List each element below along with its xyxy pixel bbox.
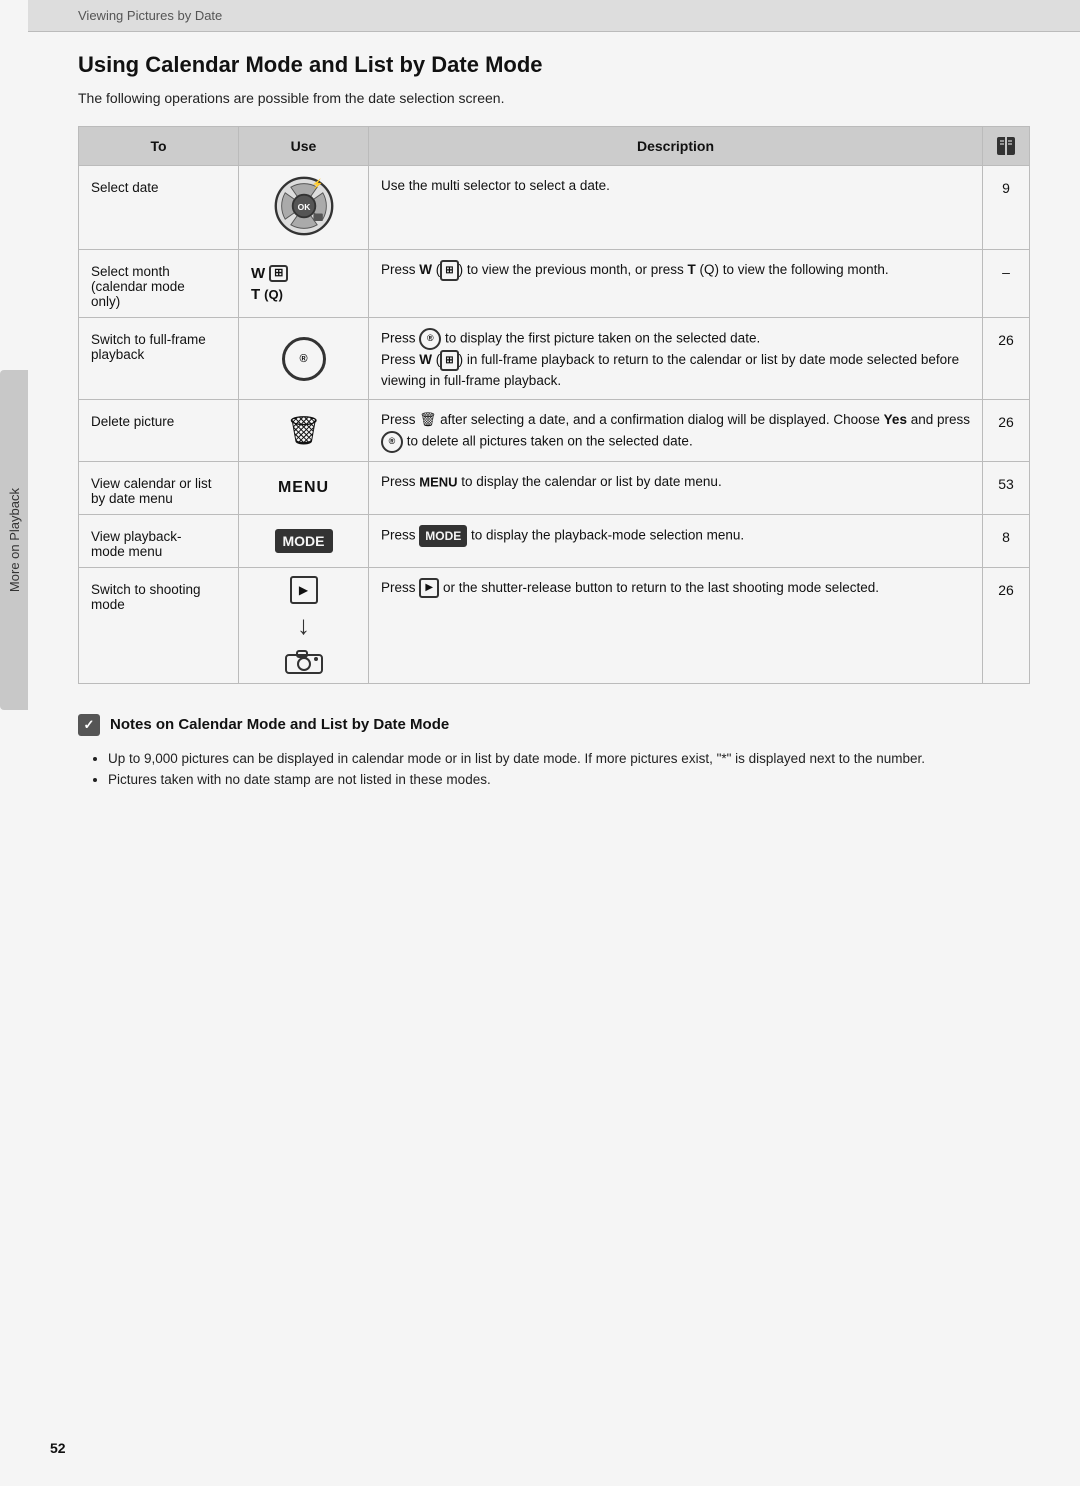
arrow-down-icon: ↓	[297, 610, 310, 641]
row-use-select-date: OK ⚡	[239, 166, 369, 250]
page-title: Using Calendar Mode and List by Date Mod…	[78, 52, 1030, 78]
reference-table: To Use Description	[78, 126, 1030, 684]
row-desc-shooting: Press ▶ or the shutter-release button to…	[369, 567, 983, 683]
svg-text:⚡: ⚡	[311, 178, 323, 190]
col-header-to: To	[79, 127, 239, 166]
row-use-fullframe: ®	[239, 318, 369, 400]
w-btn-inline: ⊞	[440, 260, 458, 281]
row-page-fullframe: 26	[983, 318, 1030, 400]
row-to-calendar-menu: View calendar or listby date menu	[79, 461, 239, 514]
row-desc-calendar-menu: Press MENU to display the calendar or li…	[369, 461, 983, 514]
notes-title: Notes on Calendar Mode and List by Date …	[110, 716, 449, 733]
ok-btn-desc2: ®	[381, 431, 403, 453]
intro-text: The following operations are possible fr…	[78, 90, 1030, 106]
col-header-page	[983, 127, 1030, 166]
side-tab-label: More on Playback	[7, 488, 22, 592]
notes-section: ✓ Notes on Calendar Mode and List by Dat…	[78, 714, 1030, 791]
row-desc-select-month: Press W (⊞) to view the previous month, …	[369, 250, 983, 318]
trash-icon: 🗑	[251, 414, 356, 447]
wide-icon: ⊞	[269, 265, 288, 282]
menu-text-icon: MENU	[278, 479, 329, 496]
row-page-select-date: 9	[983, 166, 1030, 250]
row-page-delete: 26	[983, 400, 1030, 461]
list-item: Pictures taken with no date stamp are no…	[108, 769, 1030, 791]
row-desc-delete: Press 🗑 after selecting a date, and a co…	[369, 400, 983, 461]
notes-header: ✓ Notes on Calendar Mode and List by Dat…	[78, 714, 1030, 736]
camera-icon	[284, 647, 324, 675]
row-desc-fullframe: Press ® to display the first picture tak…	[369, 318, 983, 400]
svg-text:OK: OK	[297, 202, 311, 212]
row-page-playback-menu: 8	[983, 514, 1030, 567]
section-header: Viewing Pictures by Date	[28, 0, 1080, 32]
row-use-delete: 🗑	[239, 400, 369, 461]
list-item: Up to 9,000 pictures can be displayed in…	[108, 748, 1030, 770]
w-btn-desc: ⊞	[440, 350, 458, 371]
row-desc-playback-menu: Press MODE to display the playback-mode …	[369, 514, 983, 567]
row-use-select-month: W ⊞ T (Q)	[239, 250, 369, 318]
row-to-playback-menu: View playback-mode menu	[79, 514, 239, 567]
ok-btn-desc: ®	[419, 328, 441, 350]
row-to-delete: Delete picture	[79, 400, 239, 461]
side-tab: More on Playback	[0, 370, 28, 710]
row-to-fullframe: Switch to full-frameplayback	[79, 318, 239, 400]
row-to-shooting: Switch to shootingmode	[79, 567, 239, 683]
play-btn-inline: ▶	[419, 578, 439, 598]
col-header-description: Description	[369, 127, 983, 166]
table-row: Switch to shootingmode ▶ ↓	[79, 567, 1030, 683]
mode-btn-inline: MODE	[419, 525, 467, 547]
row-use-calendar-menu: MENU	[239, 461, 369, 514]
table-row: View calendar or listby date menu MENU P…	[79, 461, 1030, 514]
mode-button-icon: MODE	[275, 529, 333, 553]
row-use-playback-menu: MODE	[239, 514, 369, 567]
row-to-select-date: Select date	[79, 166, 239, 250]
table-row: Delete picture 🗑 Press 🗑 after selecting…	[79, 400, 1030, 461]
table-row: Switch to full-frameplayback ® Press ® t…	[79, 318, 1030, 400]
table-row: Select month(calendar modeonly) W ⊞ T (Q…	[79, 250, 1030, 318]
section-header-text: Viewing Pictures by Date	[78, 8, 222, 23]
row-to-select-month: Select month(calendar modeonly)	[79, 250, 239, 318]
wt-buttons-icon: W ⊞ T (Q)	[251, 265, 356, 303]
menu-btn-inline: MENU	[419, 474, 457, 489]
tele-icon: (Q)	[264, 287, 283, 302]
notes-list: Up to 9,000 pictures can be displayed in…	[78, 748, 1030, 791]
row-desc-select-date: Use the multi selector to select a date.	[369, 166, 983, 250]
table-row: View playback-mode menu MODE Press MODE …	[79, 514, 1030, 567]
row-page-calendar-menu: 53	[983, 461, 1030, 514]
book-icon	[995, 135, 1017, 157]
row-page-shooting: 26	[983, 567, 1030, 683]
row-use-shooting: ▶ ↓	[239, 567, 369, 683]
page-number: 52	[50, 1440, 66, 1456]
notes-icon: ✓	[78, 714, 100, 736]
shoot-icons-group: ▶ ↓	[251, 576, 356, 675]
playback-button-icon: ▶	[290, 576, 318, 604]
col-header-use: Use	[239, 127, 369, 166]
multi-selector-icon: OK ⚡	[272, 174, 336, 238]
table-row: Select date	[79, 166, 1030, 250]
ok-button-icon: ®	[282, 337, 326, 381]
row-page-select-month: –	[983, 250, 1030, 318]
